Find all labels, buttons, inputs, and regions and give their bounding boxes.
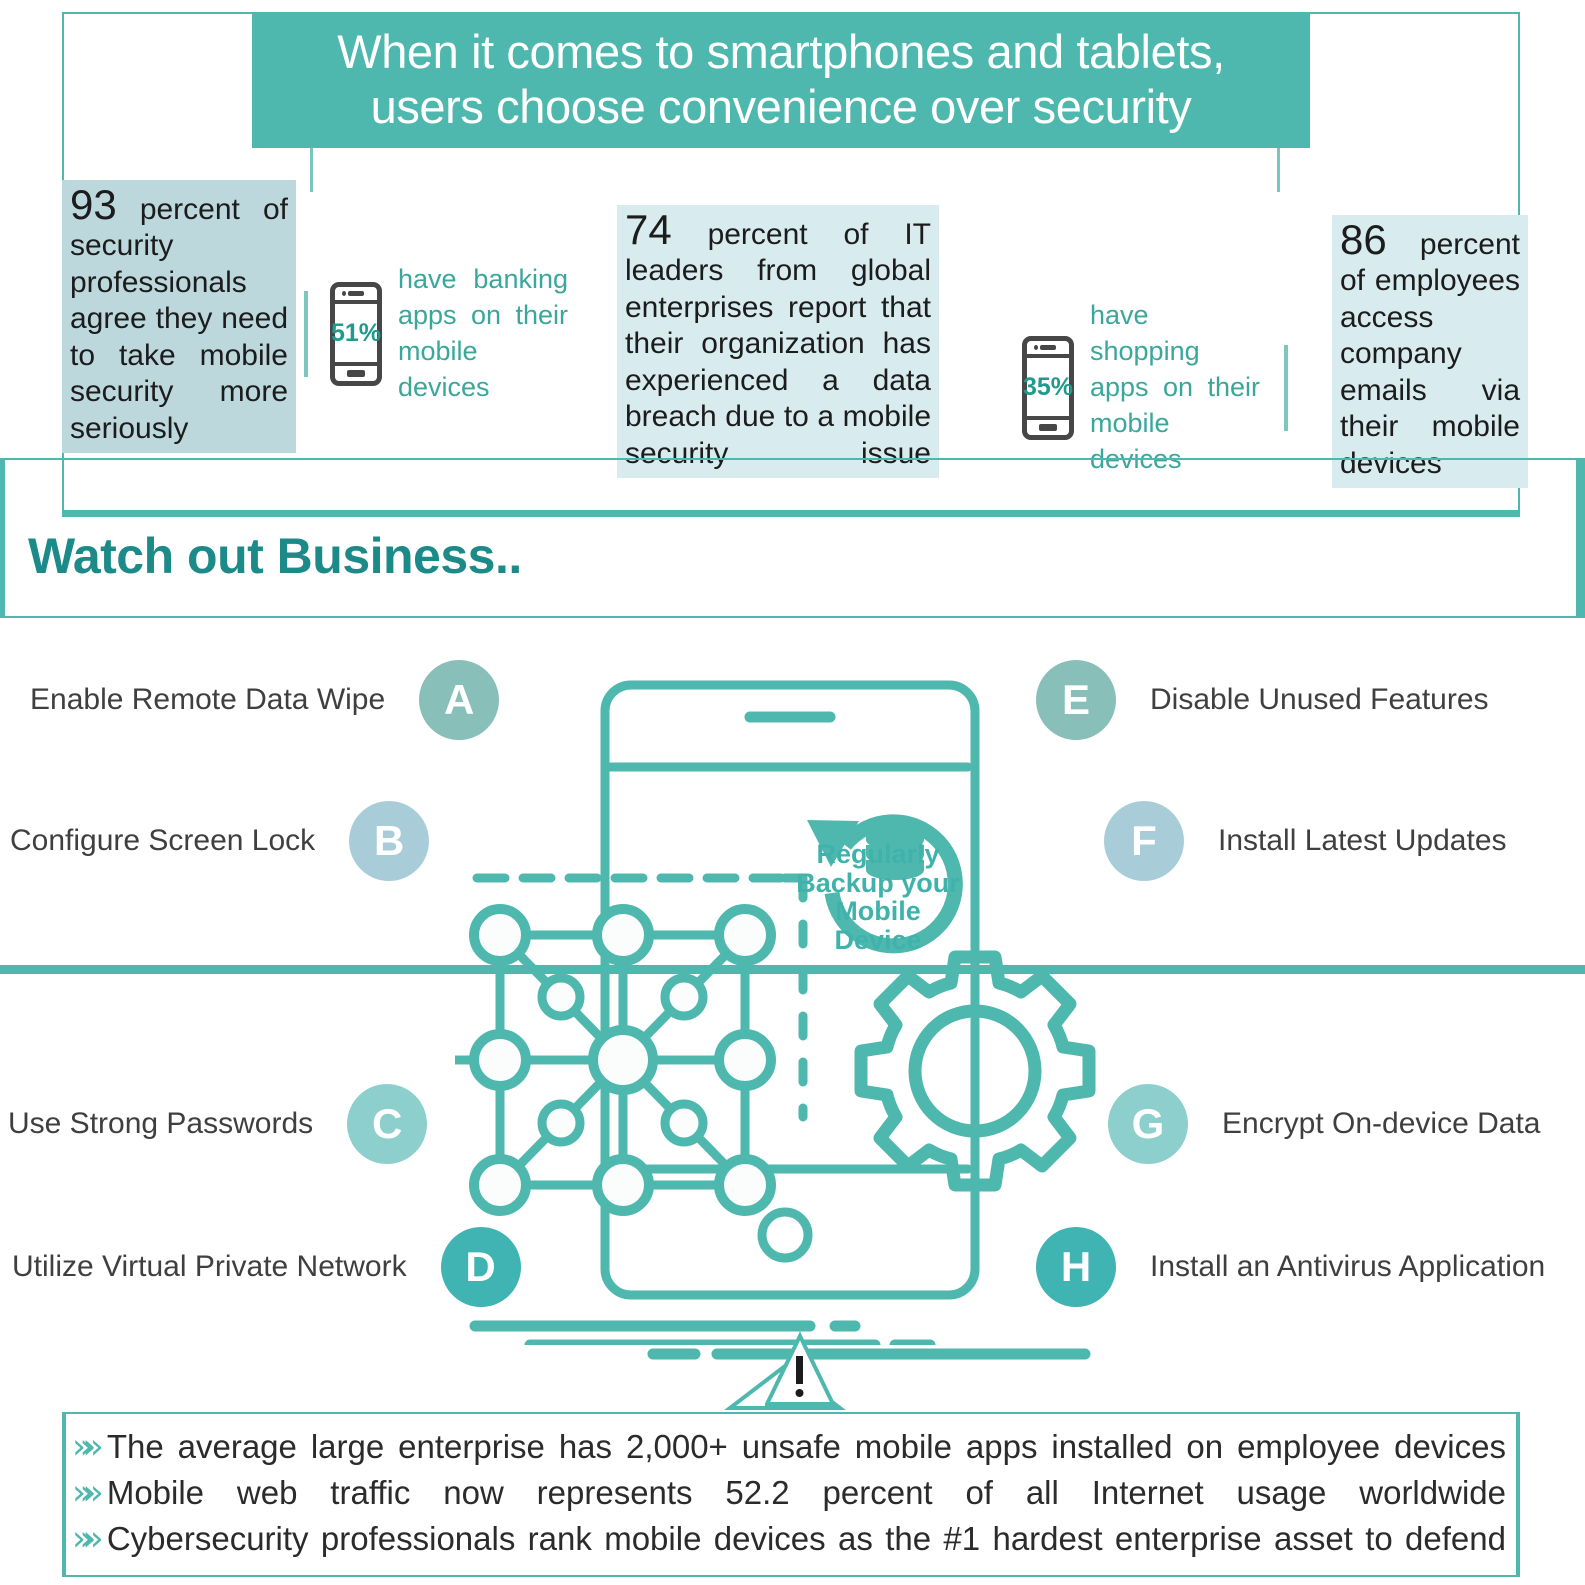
title-tick-left xyxy=(310,148,313,192)
stat-box-86: 86 percent of employees access company e… xyxy=(1332,215,1528,489)
page-title-line2: users choose convenience over security xyxy=(370,80,1192,133)
divider-line xyxy=(304,290,308,377)
warning-exclamation xyxy=(765,1331,835,1406)
tip-item-b[interactable]: Configure Screen Lock B xyxy=(10,801,430,881)
phone-camera-dot xyxy=(342,290,346,296)
tip-item-g[interactable]: G Encrypt On-device Data xyxy=(1108,1084,1540,1164)
backup-line1: Regularly xyxy=(816,839,940,869)
tip-badge-b: B xyxy=(349,801,430,881)
mobile-security-illustration xyxy=(455,680,1096,1345)
backup-line2: Backup your xyxy=(796,867,960,898)
key-facts-panel: »» The average large enterprise has 2,00… xyxy=(62,1412,1520,1577)
stat-box-93: 93 percent of security professionals agr… xyxy=(62,180,296,454)
page-title: When it comes to smartphones and tablets… xyxy=(252,12,1310,148)
banking-label: have banking apps on their mobile device… xyxy=(398,264,568,402)
backup-caption: Regularly Backup your Mobile Device xyxy=(793,840,963,954)
section-heading: Watch out Business.. xyxy=(28,528,522,584)
tip-label-g: Encrypt On-device Data xyxy=(1222,1107,1541,1140)
tip-item-f[interactable]: F Install Latest Updates xyxy=(1104,801,1507,881)
tip-badge-c: C xyxy=(347,1084,428,1164)
phone-top-bar xyxy=(335,299,377,304)
phone-top-bar xyxy=(1027,353,1069,358)
fact-item: »» The average large enterprise has 2,00… xyxy=(72,1426,1506,1468)
chevron-icon: »» xyxy=(72,1473,104,1514)
title-tick-right xyxy=(1277,148,1280,192)
shopping-percent: 35% xyxy=(1022,373,1074,402)
tip-item-d[interactable]: Utilize Virtual Private Network D xyxy=(12,1227,521,1307)
chevron-icon: »» xyxy=(72,1427,104,1467)
fact-text-2: Mobile web traffic now represents 52.2 p… xyxy=(106,1474,1506,1512)
shopping-label: have shopping apps on their mobile devic… xyxy=(1090,300,1260,474)
banking-percent: 51% xyxy=(330,319,382,348)
stat-93-number: 93 xyxy=(70,181,117,228)
pattern-lock-nodes xyxy=(469,904,776,1216)
phone-speaker-slit xyxy=(1040,344,1056,350)
divider-line xyxy=(1284,344,1288,431)
fact-item: »» Mobile web traffic now represents 52.… xyxy=(72,1472,1506,1514)
phone-speaker-slit xyxy=(348,290,364,296)
tip-label-d: Utilize Virtual Private Network xyxy=(12,1250,407,1283)
phone-home-button xyxy=(757,1207,813,1263)
stat-banking-apps: 51% have banking apps on their mobile de… xyxy=(304,262,568,406)
smartphone-icon: 51% xyxy=(330,281,382,386)
phone-home-button xyxy=(347,369,365,377)
stat-box-74: 74 percent of IT leaders from global ent… xyxy=(617,205,939,479)
chevron-icon: »» xyxy=(72,1519,104,1560)
fact-item: »» Cybersecurity professionals rank mobi… xyxy=(72,1518,1506,1560)
tip-label-c: Use Strong Passwords xyxy=(8,1107,314,1140)
phone-camera-dot xyxy=(1034,344,1038,350)
phone-bottom-bar xyxy=(335,361,377,366)
tip-label-h: Install an Antivirus Application xyxy=(1150,1250,1546,1283)
tip-label-b: Configure Screen Lock xyxy=(10,824,316,857)
smartphone-icon: 35% xyxy=(1022,335,1074,440)
tip-item-c[interactable]: Use Strong Passwords C xyxy=(8,1084,428,1164)
tip-label-a: Enable Remote Data Wipe xyxy=(30,683,386,716)
stat-shopping-apps: 35% have shopping apps on their mobile d… xyxy=(1022,298,1288,478)
stat-86-number: 86 xyxy=(1340,216,1387,263)
fact-text-3: Cybersecurity professionals rank mobile … xyxy=(106,1520,1506,1558)
backup-line3: Mobile Device xyxy=(834,896,922,955)
stat-93-text: percent of security professionals agree … xyxy=(70,193,288,445)
stat-74-number: 74 xyxy=(625,206,672,253)
tip-label-e: Disable Unused Features xyxy=(1150,683,1489,716)
tip-label-f: Install Latest Updates xyxy=(1218,824,1507,857)
tip-item-a[interactable]: Enable Remote Data Wipe A xyxy=(30,660,500,740)
fact-text-1: The average large enterprise has 2,000+ … xyxy=(106,1428,1506,1465)
stat-86-text: percent of employees access company emai… xyxy=(1340,228,1520,480)
stat-74-text: percent of IT leaders from global enterp… xyxy=(625,218,931,470)
phone-bottom-bar xyxy=(1027,415,1069,420)
page-title-line1: When it comes to smartphones and tablets… xyxy=(337,25,1225,79)
phone-home-button xyxy=(1039,423,1057,431)
